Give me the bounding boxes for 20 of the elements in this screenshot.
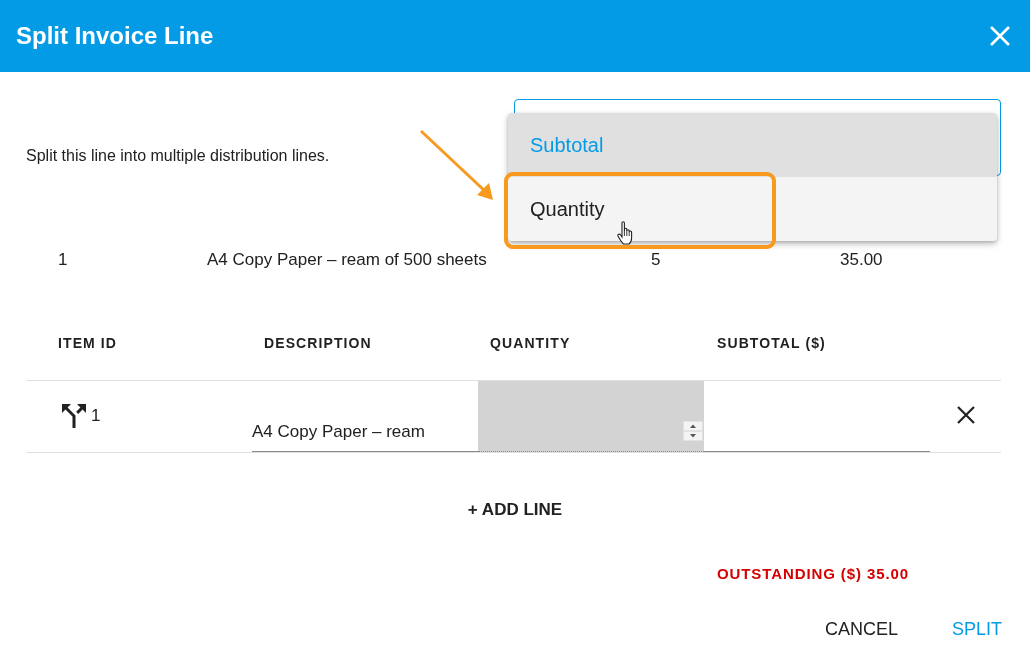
column-header: DESCRIPTION bbox=[264, 335, 372, 352]
remove-line-button[interactable] bbox=[956, 405, 975, 424]
add-line-button[interactable]: + ADD LINE bbox=[453, 491, 577, 529]
close-icon bbox=[956, 405, 975, 424]
dialog-title: Split Invoice Line bbox=[16, 22, 214, 50]
spinner-arrows-icon bbox=[683, 421, 703, 441]
hand-cursor-icon bbox=[617, 221, 634, 245]
item-id-text: 1 bbox=[91, 405, 101, 426]
cancel-button[interactable]: CANCEL bbox=[812, 609, 910, 649]
split-arrows-icon bbox=[62, 403, 86, 428]
column-header: QUANTITY bbox=[490, 335, 571, 352]
quantity-text: 5 bbox=[651, 250, 661, 270]
column-header: SUBTOTAL ($) bbox=[717, 335, 826, 352]
intro-text: Split this line into multiple distribution lines. bbox=[26, 146, 331, 166]
item-id-text: 1 bbox=[58, 250, 68, 270]
column-header: ITEM ID bbox=[58, 335, 118, 352]
description-text: A4 Copy Paper – ream of 500 sheets bbox=[207, 250, 487, 270]
close-icon bbox=[990, 26, 1010, 46]
subtotal-text: 35.00 bbox=[840, 250, 883, 270]
outstanding-amount: OUTSTANDING ($) 35.00 bbox=[717, 564, 909, 582]
